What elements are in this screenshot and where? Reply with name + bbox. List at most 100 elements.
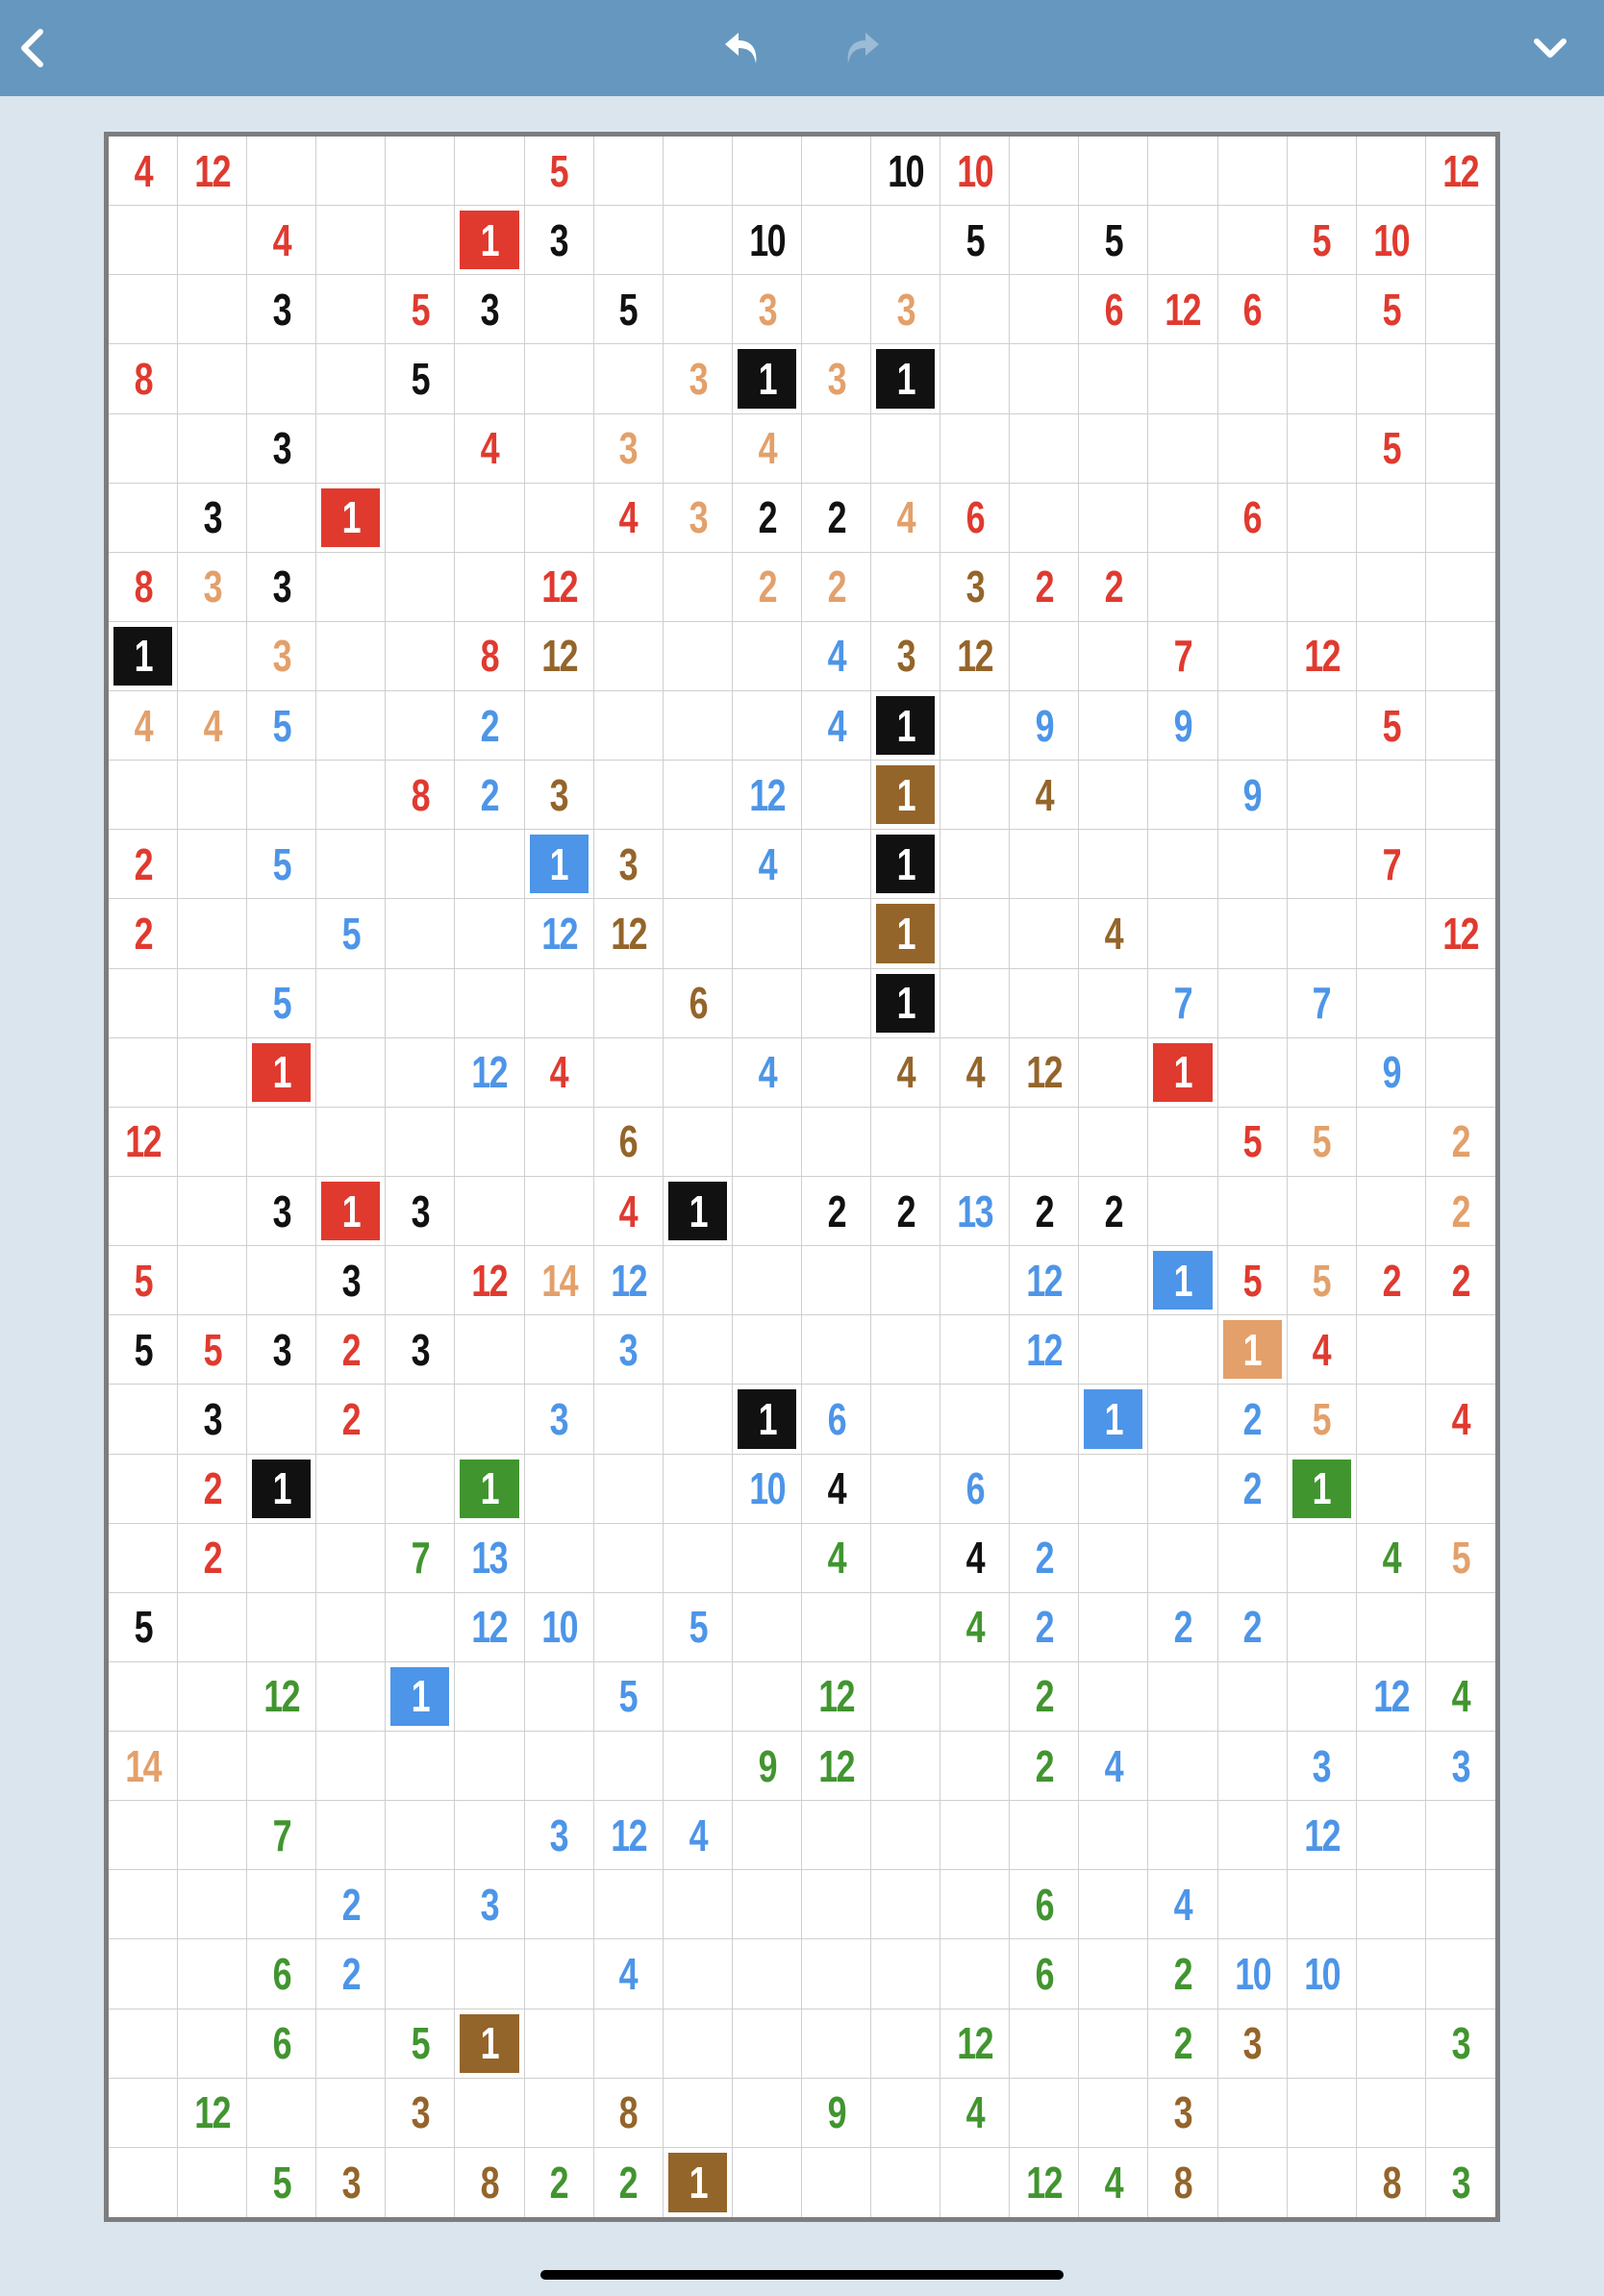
- empty-cell[interactable]: [1217, 206, 1288, 276]
- empty-cell[interactable]: [1079, 1939, 1149, 2009]
- empty-cell[interactable]: [1148, 483, 1218, 553]
- clue-cell[interactable]: 1: [455, 206, 525, 276]
- empty-cell[interactable]: [109, 2078, 179, 2148]
- empty-cell[interactable]: [1356, 1385, 1426, 1455]
- empty-cell[interactable]: [109, 1385, 179, 1455]
- clue-cell[interactable]: 1: [663, 1176, 733, 1247]
- empty-cell[interactable]: [1356, 2078, 1426, 2148]
- clue-cell[interactable]: 12: [1148, 275, 1218, 345]
- clue-cell[interactable]: 12: [1010, 1037, 1080, 1108]
- empty-cell[interactable]: [1217, 968, 1288, 1038]
- clue-cell[interactable]: 1: [1079, 1385, 1149, 1455]
- empty-cell[interactable]: [316, 2078, 387, 2148]
- clue-cell[interactable]: 8: [455, 2147, 525, 2217]
- empty-cell[interactable]: [109, 1037, 179, 1108]
- clue-cell[interactable]: 5: [109, 1592, 179, 1662]
- clue-cell[interactable]: 2: [801, 483, 872, 553]
- clue-cell[interactable]: 5: [109, 1246, 179, 1316]
- clue-cell[interactable]: 8: [109, 552, 179, 622]
- empty-cell[interactable]: [109, 206, 179, 276]
- clue-cell[interactable]: 2: [1425, 1108, 1495, 1177]
- clue-cell[interactable]: 4: [801, 1454, 872, 1524]
- clue-cell[interactable]: 3: [178, 1385, 248, 1455]
- empty-cell[interactable]: [940, 413, 1011, 484]
- clue-cell[interactable]: 12: [455, 1246, 525, 1316]
- empty-cell[interactable]: [1287, 2009, 1357, 2079]
- empty-cell[interactable]: [524, 275, 594, 345]
- clue-cell[interactable]: 5: [524, 137, 594, 207]
- empty-cell[interactable]: [801, 1939, 872, 2009]
- empty-cell[interactable]: [663, 691, 733, 761]
- empty-cell[interactable]: [316, 621, 387, 692]
- empty-cell[interactable]: [455, 1661, 525, 1733]
- empty-cell[interactable]: [386, 1801, 456, 1871]
- clue-cell[interactable]: 2: [1148, 1592, 1218, 1662]
- empty-cell[interactable]: [1287, 1523, 1357, 1593]
- empty-cell[interactable]: [801, 1592, 872, 1662]
- empty-cell[interactable]: [1010, 2009, 1080, 2079]
- clue-cell[interactable]: 3: [1426, 2148, 1495, 2217]
- empty-cell[interactable]: [524, 483, 594, 553]
- empty-cell[interactable]: [524, 691, 594, 761]
- clue-cell[interactable]: 12: [455, 1592, 525, 1662]
- empty-cell[interactable]: [1217, 2078, 1288, 2148]
- clue-cell[interactable]: 2: [1425, 1177, 1495, 1247]
- empty-cell[interactable]: [1079, 968, 1149, 1038]
- clue-cell[interactable]: 5: [386, 275, 456, 345]
- clue-cell[interactable]: 3: [1425, 1732, 1495, 1802]
- empty-cell[interactable]: [663, 621, 733, 692]
- clue-cell[interactable]: 12: [593, 1246, 664, 1316]
- clue-cell[interactable]: 3: [178, 552, 248, 622]
- clue-cell[interactable]: 6: [1217, 483, 1288, 553]
- clue-cell[interactable]: 5: [1356, 691, 1426, 761]
- clue-cell[interactable]: 1: [455, 2009, 525, 2079]
- clue-cell[interactable]: 10: [732, 1454, 802, 1524]
- clue-cell[interactable]: 2: [801, 1176, 872, 1247]
- clue-cell[interactable]: 12: [940, 621, 1011, 692]
- empty-cell[interactable]: [524, 2078, 594, 2148]
- empty-cell[interactable]: [316, 1037, 387, 1108]
- empty-cell[interactable]: [1356, 2009, 1426, 2079]
- empty-cell[interactable]: [801, 899, 872, 969]
- empty-cell[interactable]: [524, 1661, 594, 1733]
- empty-cell[interactable]: [316, 137, 387, 207]
- clue-cell[interactable]: 6: [940, 1454, 1011, 1524]
- empty-cell[interactable]: [109, 413, 179, 484]
- clue-cell[interactable]: 10: [1356, 206, 1426, 276]
- empty-cell[interactable]: [455, 899, 525, 969]
- empty-cell[interactable]: [732, 1176, 802, 1247]
- empty-cell[interactable]: [1356, 1870, 1426, 1940]
- empty-cell[interactable]: [593, 1523, 664, 1593]
- clue-cell[interactable]: 3: [524, 1801, 594, 1871]
- clue-cell[interactable]: 2: [1010, 1732, 1080, 1802]
- clue-cell[interactable]: 1: [1148, 1246, 1218, 1316]
- clue-cell[interactable]: 5: [386, 344, 456, 414]
- empty-cell[interactable]: [386, 691, 456, 761]
- empty-cell[interactable]: [1010, 621, 1080, 692]
- empty-cell[interactable]: [732, 1592, 802, 1662]
- empty-cell[interactable]: [732, 1661, 802, 1733]
- clue-cell[interactable]: 4: [1079, 2147, 1149, 2217]
- clue-cell[interactable]: 10: [871, 137, 941, 207]
- empty-cell[interactable]: [1010, 1107, 1080, 1177]
- clue-cell[interactable]: 1: [386, 1661, 456, 1733]
- empty-cell[interactable]: [1287, 483, 1357, 553]
- clue-cell[interactable]: 6: [1010, 1870, 1080, 1940]
- empty-cell[interactable]: [178, 968, 248, 1038]
- empty-cell[interactable]: [316, 206, 387, 276]
- clue-cell[interactable]: 1: [732, 344, 802, 414]
- empty-cell[interactable]: [316, 1801, 387, 1871]
- empty-cell[interactable]: [1425, 2079, 1495, 2148]
- clue-cell[interactable]: 10: [524, 1592, 594, 1662]
- empty-cell[interactable]: [940, 1107, 1011, 1177]
- clue-cell[interactable]: 9: [1010, 691, 1080, 761]
- empty-cell[interactable]: [386, 206, 456, 276]
- empty-cell[interactable]: [178, 1732, 248, 1802]
- clue-cell[interactable]: 12: [593, 899, 664, 969]
- empty-cell[interactable]: [871, 1661, 941, 1733]
- empty-cell[interactable]: [178, 2147, 248, 2217]
- empty-cell[interactable]: [178, 1176, 248, 1247]
- clue-cell[interactable]: 12: [524, 899, 594, 969]
- empty-cell[interactable]: [801, 137, 872, 207]
- empty-cell[interactable]: [1287, 137, 1357, 207]
